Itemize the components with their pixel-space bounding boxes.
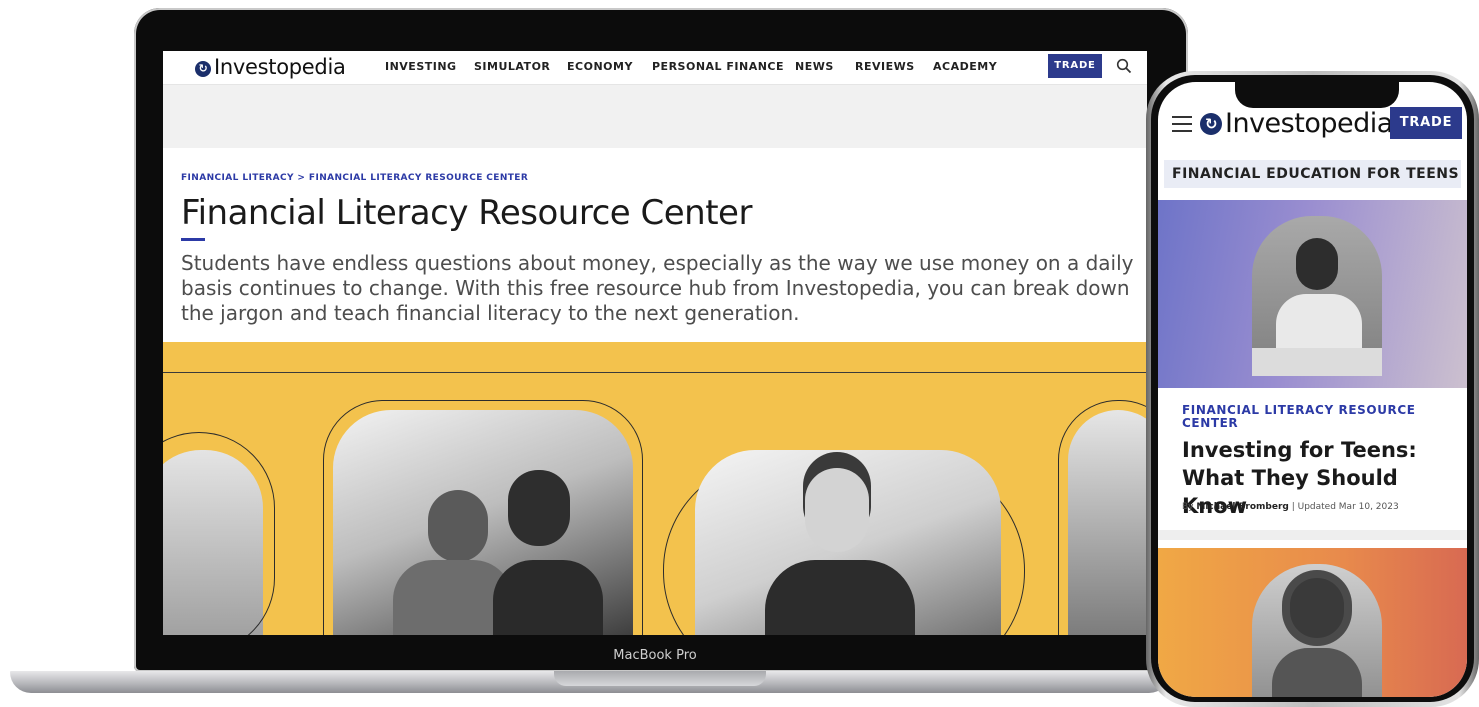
- logo-text: Investopedia: [214, 55, 346, 79]
- photo-teen-studying: [1252, 216, 1382, 376]
- photo-father-and-son: [333, 410, 633, 635]
- nav-link-reviews[interactable]: REVIEWS: [855, 60, 915, 73]
- phone-site-logo[interactable]: ↻ Investopedia: [1200, 108, 1393, 139]
- title-accent-bar: [181, 238, 205, 241]
- hero-divider-line: [163, 372, 1147, 373]
- hero-image: [163, 342, 1147, 635]
- section-divider: [1158, 530, 1467, 540]
- logo-text: Investopedia: [1225, 108, 1393, 139]
- article-kicker[interactable]: FINANCIAL LITERACY RESOURCE CENTER: [1182, 404, 1442, 430]
- phone-trade-button[interactable]: TRADE: [1390, 107, 1462, 139]
- section-header[interactable]: FINANCIAL EDUCATION FOR TEENS: [1172, 166, 1459, 182]
- logo-mark-icon: ↻: [1200, 113, 1222, 135]
- hamburger-menu-icon[interactable]: [1172, 116, 1192, 132]
- ad-banner-placeholder: [163, 85, 1147, 148]
- nav-link-news[interactable]: NEWS: [795, 60, 834, 73]
- decorative-outline: [163, 432, 275, 635]
- page-intro: Students have endless questions about mo…: [181, 251, 1134, 325]
- article-byline: By Michael Bromberg | Updated Mar 10, 20…: [1182, 502, 1399, 512]
- author-link[interactable]: Michael Bromberg: [1196, 502, 1288, 512]
- laptop-screen: ↻ Investopedia INVESTING SIMULATOR ECONOM…: [163, 51, 1147, 635]
- logo-mark-icon: ↻: [195, 61, 211, 77]
- byline-prefix: By: [1182, 502, 1194, 512]
- search-icon[interactable]: [1116, 58, 1132, 74]
- nav-link-economy[interactable]: ECONOMY: [567, 60, 633, 73]
- photo-teen-with-phone: [1252, 564, 1382, 697]
- nav-link-personal-finance[interactable]: PERSONAL FINANCE: [652, 60, 784, 73]
- updated-date: | Updated Mar 10, 2023: [1291, 502, 1399, 512]
- breadcrumb[interactable]: FINANCIAL LITERACY > FINANCIAL LITERACY …: [181, 173, 528, 183]
- page-title: Financial Literacy Resource Center: [181, 193, 752, 233]
- article-image-2[interactable]: [1158, 548, 1467, 697]
- top-navigation: ↻ Investopedia INVESTING SIMULATOR ECONOM…: [163, 51, 1147, 85]
- phone-notch: [1235, 78, 1399, 108]
- nav-link-simulator[interactable]: SIMULATOR: [474, 60, 550, 73]
- site-logo[interactable]: ↻ Investopedia: [195, 55, 346, 79]
- nav-link-academy[interactable]: ACADEMY: [933, 60, 997, 73]
- article-image[interactable]: [1158, 200, 1467, 388]
- trade-button[interactable]: TRADE: [1048, 54, 1102, 78]
- laptop-hinge: [554, 671, 766, 686]
- photo-woman-right: [1068, 410, 1147, 635]
- phone-screen: ↻ Investopedia TRADE FINANCIAL EDUCATION …: [1158, 82, 1467, 697]
- laptop-bezel-label: MacBook Pro: [613, 648, 697, 663]
- nav-link-investing[interactable]: INVESTING: [385, 60, 457, 73]
- photo-girl-with-money: [695, 450, 1001, 635]
